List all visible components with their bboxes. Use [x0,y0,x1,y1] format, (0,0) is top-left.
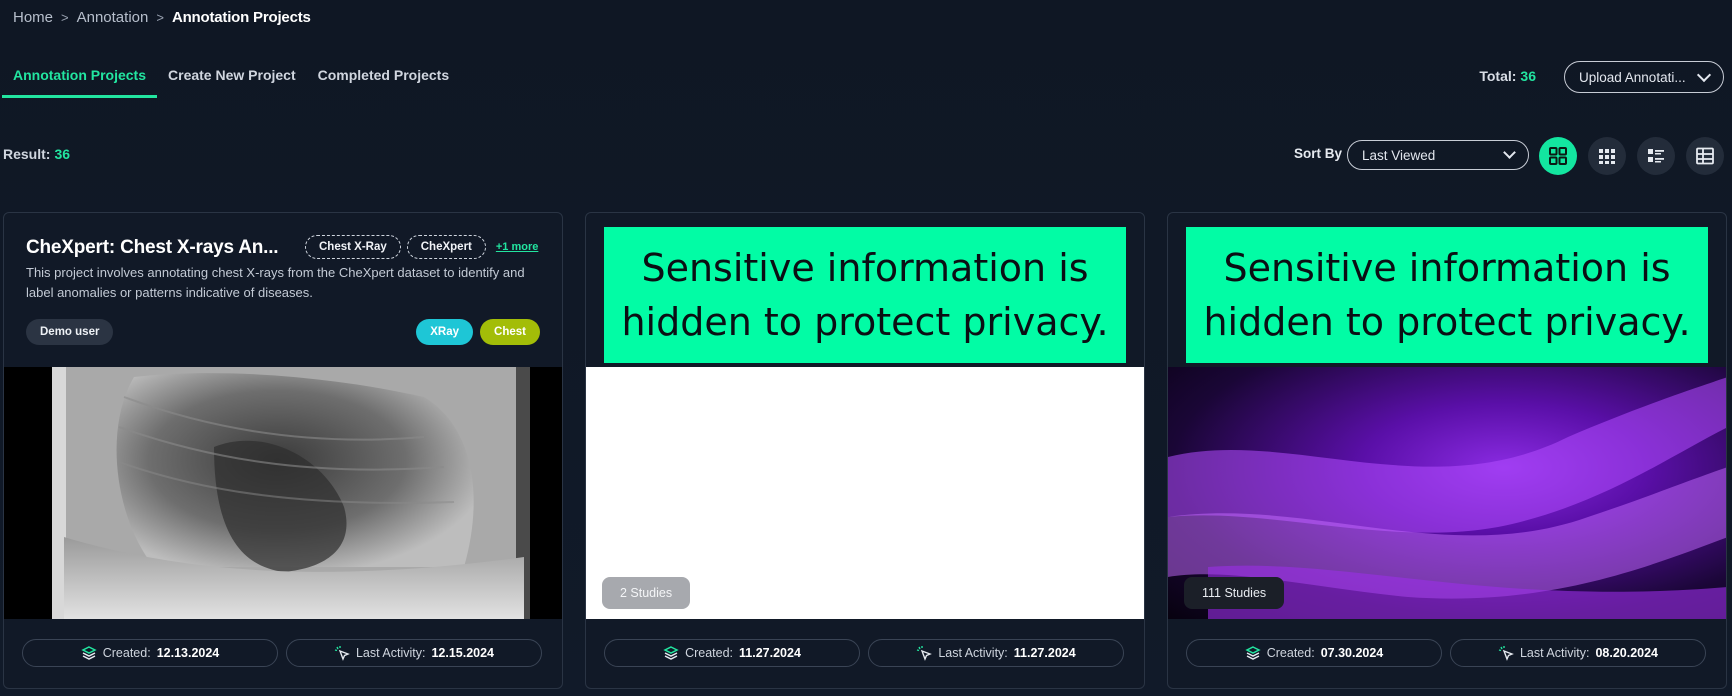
privacy-overlay: Sensitive information is hidden to prote… [604,227,1126,363]
cursor-click-icon [1498,646,1514,661]
total-value: 36 [1520,68,1536,84]
tag-chest: Chest [480,319,540,345]
upload-label: Upload Annotati... [1579,69,1686,85]
view-grid-small-button[interactable] [1588,137,1626,175]
created-label: Created: [102,646,151,660]
tab-create-new-project[interactable]: Create New Project [157,60,307,98]
created-label: Created: [1266,646,1315,660]
view-table-button[interactable] [1686,137,1724,175]
last-activity-pill: Last Activity: 12.15.2024 [286,639,542,667]
card-thumbnail[interactable]: 2 Studies [586,367,1144,619]
total-label: Total: [1479,68,1517,84]
created-date: 12.13.2024 [156,646,220,660]
created-pill: Created: 11.27.2024 [604,639,860,667]
card-footer: Created: 11.27.2024 Last Activity: 11.27… [586,619,1144,688]
more-chips-link[interactable]: +1 more [496,241,539,253]
last-activity-pill: Last Activity: 08.20.2024 [1450,639,1706,667]
card-header: Sensitive information is hidden to prote… [586,213,1144,367]
chevron-down-icon [1503,146,1516,159]
tab-bar: Annotation Projects Create New Project C… [2,60,460,100]
studies-badge: 2 Studies [602,577,691,609]
table-icon [1696,147,1714,165]
upload-annotation-dropdown[interactable]: Upload Annotati... [1564,61,1724,93]
card-header: CheXpert: Chest X-rays An... Chest X-Ray… [4,213,562,367]
project-card[interactable]: CheXpert: Chest X-rays An... Chest X-Ray… [3,212,563,689]
breadcrumb-separator: > [61,9,69,25]
layers-icon [81,646,97,660]
list-detail-icon [1648,149,1664,163]
sort-select[interactable]: Last Viewed [1347,140,1529,170]
user-badge: Demo user [26,319,114,345]
card-tags: XRay Chest [416,319,540,345]
chevron-down-icon [1696,67,1712,82]
activity-date: 11.27.2024 [1013,646,1076,660]
project-card[interactable]: Sensitive information is hidden to prote… [1167,212,1727,689]
studies-badge: 111 Studies [1184,577,1285,609]
breadcrumb-current: Annotation Projects [171,8,311,26]
created-pill: Created: 12.13.2024 [22,639,278,667]
last-activity-pill: Last Activity: 11.27.2024 [868,639,1124,667]
breadcrumb-annotation[interactable]: Annotation [77,9,149,26]
tab-completed-projects[interactable]: Completed Projects [307,60,460,98]
card-footer: Created: 12.13.2024 Last Activity: 12.15… [4,619,562,688]
card-thumbnail[interactable]: 111 Studies [1168,367,1726,619]
chip: CheXpert [406,235,486,259]
sort-label: Sort By [1294,146,1343,161]
breadcrumb-separator: > [156,9,164,25]
activity-label: Last Activity: [355,646,426,660]
grid-small-icon [1599,149,1615,164]
view-grid-large-button[interactable] [1539,137,1577,175]
xray-image [52,367,530,619]
activity-label: Last Activity: [1519,646,1590,660]
created-label: Created: [685,646,734,660]
card-header: Sensitive information is hidden to prote… [1168,213,1726,367]
layers-icon [663,646,679,660]
cursor-click-icon [917,646,933,661]
activity-date: 12.15.2024 [431,646,495,660]
total-count: Total: 36 [1479,68,1536,84]
layers-icon [1245,646,1261,660]
breadcrumb: Home > Annotation > Annotation Projects [13,6,311,28]
card-chips: Chest X-Ray CheXpert +1 more [305,235,538,259]
activity-label: Last Activity: [938,646,1008,660]
card-thumbnail[interactable] [4,367,562,619]
activity-date: 08.20.2024 [1595,646,1659,660]
sort-selected: Last Viewed [1362,147,1436,163]
created-date: 07.30.2024 [1320,646,1384,660]
grid-large-icon [1549,147,1567,165]
created-date: 11.27.2024 [739,646,801,660]
card-footer: Created: 07.30.2024 Last Activity: 08.20… [1168,619,1726,688]
card-description: This project involves annotating chest X… [26,265,525,300]
cursor-click-icon [334,646,350,661]
view-list-button[interactable] [1637,137,1675,175]
privacy-overlay: Sensitive information is hidden to prote… [1186,227,1708,363]
tab-annotation-projects[interactable]: Annotation Projects [2,60,158,98]
tag-xray: XRay [416,319,474,345]
chip: Chest X-Ray [305,235,401,259]
result-value: 36 [54,146,71,162]
project-card[interactable]: Sensitive information is hidden to prote… [585,212,1145,689]
created-pill: Created: 07.30.2024 [1186,639,1442,667]
result-label: Result: [3,146,51,162]
card-title[interactable]: CheXpert: Chest X-rays An... [26,237,279,259]
result-count: Result: 36 [3,146,70,162]
breadcrumb-home[interactable]: Home [13,9,53,26]
